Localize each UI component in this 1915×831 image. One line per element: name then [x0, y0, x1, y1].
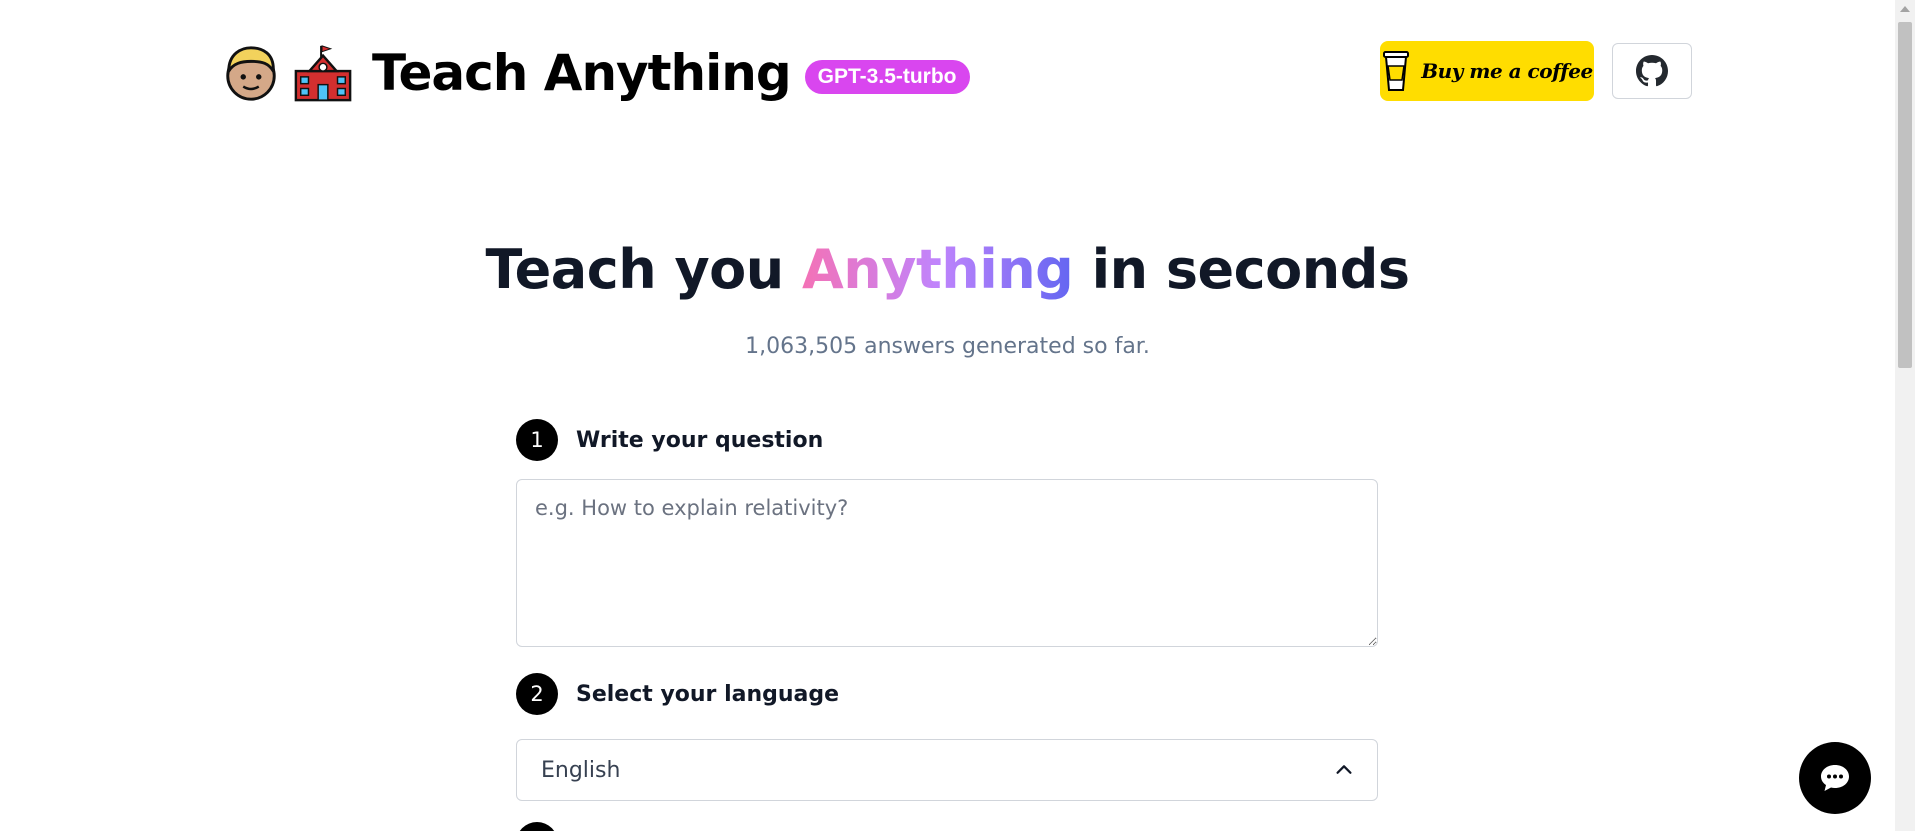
- github-icon: [1636, 55, 1668, 87]
- answers-counter: 1,063,505 answers generated so far.: [745, 334, 1150, 359]
- step-1-header: 1 Write your question: [516, 419, 823, 461]
- question-input[interactable]: [516, 479, 1378, 647]
- step-1-number: 1: [516, 419, 558, 461]
- coffee-cup-icon: [1381, 50, 1411, 92]
- step-2-header: 2 Select your language: [516, 673, 839, 715]
- chat-bubble-icon: [1821, 765, 1849, 791]
- hero-title-prefix: Teach you: [485, 238, 803, 301]
- step-2-label: Select your language: [576, 681, 840, 707]
- chevron-up-icon: [1336, 765, 1352, 774]
- step-1-label: Write your question: [576, 427, 824, 453]
- step-2-number: 2: [516, 673, 558, 715]
- hero-title-suffix: in seconds: [1073, 238, 1410, 301]
- step-3-number: [516, 822, 558, 831]
- step-3-header: [516, 822, 558, 831]
- school-building-icon: [292, 42, 354, 104]
- language-selected-value: English: [541, 757, 621, 783]
- buy-me-a-coffee-button[interactable]: Buy me a coffee: [1380, 41, 1594, 101]
- header: Teach Anything GPT-3.5-turbo: [220, 42, 970, 104]
- github-button[interactable]: [1612, 43, 1692, 99]
- hero-title-highlight: Anything: [802, 238, 1074, 301]
- coffee-button-label: Buy me a coffee: [1421, 59, 1593, 83]
- language-select[interactable]: English: [516, 739, 1378, 801]
- model-badge: GPT-3.5-turbo: [804, 60, 970, 94]
- chat-button[interactable]: [1799, 742, 1871, 814]
- hero-title: Teach you Anything in seconds: [0, 238, 1895, 301]
- student-face-icon: [220, 42, 282, 104]
- scroll-thumb[interactable]: [1898, 22, 1912, 368]
- page: Teach Anything GPT-3.5-turbo Buy me a co…: [0, 0, 1915, 831]
- scroll-up-arrow-icon[interactable]: [1900, 6, 1910, 12]
- app-title: Teach Anything: [372, 44, 792, 102]
- vertical-scrollbar[interactable]: [1895, 0, 1915, 831]
